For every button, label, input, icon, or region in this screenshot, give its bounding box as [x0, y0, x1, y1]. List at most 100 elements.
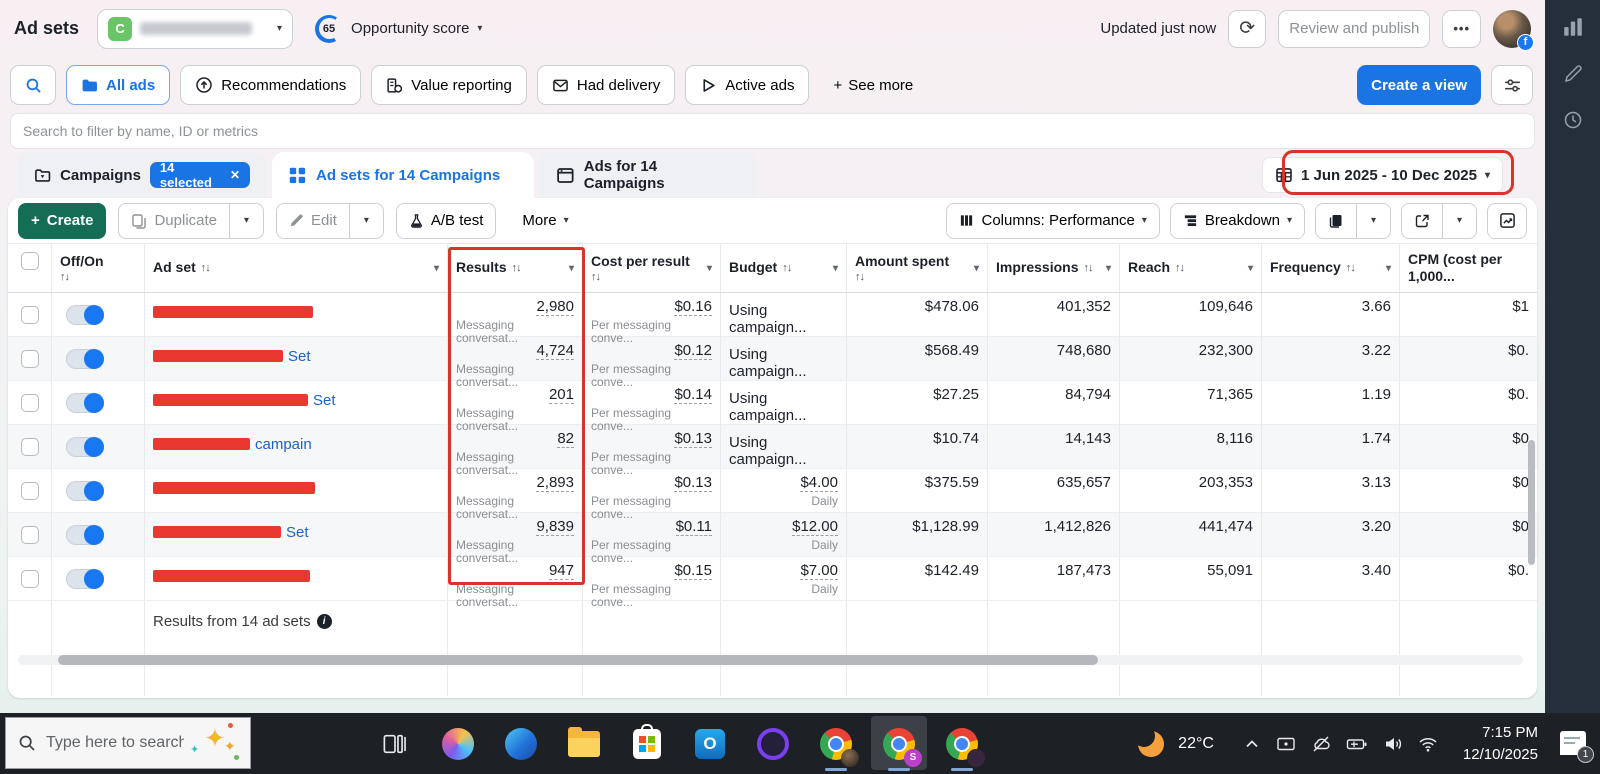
- account-selector[interactable]: C ▾: [97, 8, 294, 49]
- notification-center-button[interactable]: 1: [1560, 730, 1594, 763]
- chevron-down-icon[interactable]: ▾: [1102, 263, 1111, 274]
- table-row[interactable]: Set 4,724 Messaging conversat... $0.12 Per…: [8, 337, 1537, 389]
- microsoft-store-app-icon[interactable]: [630, 723, 664, 761]
- filter-all-ads[interactable]: All ads: [66, 65, 171, 105]
- export-button[interactable]: [1401, 202, 1443, 239]
- chrome-profile-3-icon[interactable]: [945, 727, 985, 771]
- filter-value-reporting[interactable]: Value reporting: [371, 65, 527, 105]
- column-header-cost-per-result[interactable]: Cost per result ↑↓ ▾: [583, 244, 721, 292]
- select-all-checkbox[interactable]: [20, 252, 39, 270]
- history-clock-icon[interactable]: [1563, 110, 1583, 130]
- table-row[interactable]: Set 9,839 Messaging conversat... $0.11 Per…: [8, 513, 1537, 565]
- task-view-button[interactable]: [378, 727, 412, 761]
- row-checkbox[interactable]: [20, 393, 39, 412]
- row-checkbox[interactable]: [20, 437, 39, 456]
- table-row[interactable]: Set 201 Messaging conversat... $0.14 Per m…: [8, 381, 1537, 433]
- tab-campaigns[interactable]: Campaigns 14 selected ✕: [18, 152, 266, 198]
- volume-icon[interactable]: [1382, 734, 1404, 754]
- windows-search-input[interactable]: [46, 734, 184, 752]
- chevron-down-icon[interactable]: ▾: [1382, 263, 1391, 274]
- copilot-app-icon[interactable]: [441, 727, 475, 761]
- outlook-app-icon[interactable]: O: [693, 727, 727, 761]
- horizontal-scrollbar[interactable]: [18, 655, 1523, 665]
- filter-had-delivery[interactable]: Had delivery: [536, 65, 676, 105]
- chrome-profile-2-icon[interactable]: S: [871, 715, 927, 771]
- column-header-cpm[interactable]: CPM (cost per 1,000...: [1400, 244, 1537, 292]
- row-toggle[interactable]: [66, 480, 104, 501]
- create-button[interactable]: + Create: [18, 202, 107, 239]
- search-filter-input[interactable]: [10, 113, 1535, 149]
- column-header-amount-spent[interactable]: Amount spent ↑↓ ▾: [847, 244, 988, 292]
- windows-search-box[interactable]: ✦ ✦ ✦: [5, 717, 251, 769]
- review-and-publish-button[interactable]: Review and publish: [1278, 9, 1431, 48]
- more-options-button[interactable]: •••: [1442, 9, 1481, 48]
- column-header-reach[interactable]: Reach ↑↓ ▾: [1120, 244, 1262, 292]
- row-checkbox[interactable]: [20, 481, 39, 500]
- battery-charging-icon[interactable]: [1345, 734, 1369, 754]
- chevron-up-icon[interactable]: [1242, 734, 1262, 754]
- row-checkbox[interactable]: [20, 349, 39, 368]
- info-icon[interactable]: i: [316, 614, 332, 629]
- table-row[interactable]: 947 Messaging conversat... $0.15 Per messa…: [8, 557, 1537, 609]
- duplicate-dropdown[interactable]: ▾: [230, 202, 265, 239]
- chevron-down-icon[interactable]: ▾: [565, 263, 574, 274]
- row-toggle[interactable]: [66, 304, 104, 325]
- onedrive-paused-icon[interactable]: [1310, 734, 1332, 754]
- column-header-frequency[interactable]: Frequency ↑↓ ▾: [1262, 244, 1400, 292]
- more-button[interactable]: More ▾: [510, 203, 580, 239]
- purple-browser-app-icon[interactable]: [756, 727, 790, 761]
- edit-button[interactable]: Edit: [276, 202, 350, 239]
- row-checkbox[interactable]: [20, 305, 39, 324]
- column-header-ad-set[interactable]: Ad set ↑↓ ▾: [145, 244, 448, 292]
- ad-set-name-link[interactable]: Set: [288, 348, 311, 365]
- chevron-down-icon[interactable]: ▾: [829, 263, 838, 274]
- vertical-scrollbar-thumb[interactable]: [1528, 440, 1535, 565]
- row-toggle[interactable]: [66, 524, 104, 545]
- export-dropdown[interactable]: ▾: [1443, 202, 1477, 239]
- create-a-view-button[interactable]: Create a view: [1357, 65, 1481, 105]
- row-toggle[interactable]: [66, 348, 104, 369]
- row-checkbox[interactable]: [20, 569, 39, 588]
- view-settings-button[interactable]: [1491, 65, 1533, 105]
- taskbar-clock[interactable]: 7:15 PM 12/10/2025: [1463, 722, 1538, 766]
- view-charts-button[interactable]: [1487, 202, 1527, 239]
- temperature[interactable]: 22°C: [1178, 735, 1214, 753]
- search-chip-button[interactable]: [10, 65, 56, 105]
- tab-ads[interactable]: Ads for 14 Campaigns: [540, 152, 756, 198]
- insights-chart-icon[interactable]: [1562, 16, 1584, 38]
- chrome-profile-1-icon[interactable]: [819, 727, 859, 771]
- refresh-button[interactable]: ⟳: [1228, 9, 1267, 48]
- see-more-button[interactable]: + See more: [819, 65, 927, 105]
- duplicate-button[interactable]: Duplicate: [118, 202, 231, 239]
- campaigns-selected-badge[interactable]: 14 selected ✕: [149, 160, 250, 190]
- file-explorer-app-icon[interactable]: [567, 726, 601, 761]
- ad-set-name-link[interactable]: Set: [313, 392, 336, 409]
- chevron-down-icon[interactable]: ▾: [970, 263, 979, 274]
- reports-dropdown[interactable]: ▾: [1357, 202, 1391, 239]
- table-row[interactable]: 2,980 Messaging conversat... $0.16 Per mes…: [8, 293, 1537, 345]
- user-avatar[interactable]: f: [1493, 9, 1534, 51]
- table-row[interactable]: campain 82 Messaging conversat... $0.13 Pe…: [8, 425, 1537, 477]
- wifi-icon[interactable]: [1417, 734, 1439, 754]
- column-header-impressions[interactable]: Impressions ↑↓ ▾: [988, 244, 1120, 292]
- chevron-down-icon[interactable]: ▾: [1244, 263, 1253, 274]
- row-checkbox[interactable]: [20, 525, 39, 544]
- columns-button[interactable]: Columns: Performance ▾: [946, 202, 1160, 239]
- filter-recommendations[interactable]: Recommendations: [180, 65, 362, 105]
- row-toggle[interactable]: [66, 568, 104, 589]
- filter-active-ads[interactable]: Active ads: [685, 65, 810, 105]
- ab-test-button[interactable]: A/B test: [395, 202, 497, 239]
- edge-app-icon[interactable]: [504, 727, 538, 761]
- weather-moon-icon[interactable]: [1133, 724, 1165, 757]
- opportunity-score[interactable]: 65 Opportunity score ▾: [315, 14, 482, 43]
- edit-pencil-icon[interactable]: [1563, 64, 1583, 84]
- table-row[interactable]: 2,893 Messaging conversat... $0.13 Per mes…: [8, 469, 1537, 521]
- chevron-down-icon[interactable]: ▾: [703, 263, 712, 274]
- breakdown-button[interactable]: Breakdown ▾: [1169, 202, 1305, 239]
- reports-button[interactable]: [1315, 202, 1357, 239]
- column-header-results[interactable]: Results ↑↓ ▾: [448, 244, 583, 292]
- column-header-budget[interactable]: Budget ↑↓ ▾: [721, 244, 847, 292]
- ad-set-name-link[interactable]: Set: [286, 524, 309, 541]
- date-range-picker[interactable]: 1 Jun 2025 - 10 Dec 2025 ▾: [1262, 157, 1503, 193]
- screen-cast-icon[interactable]: [1275, 734, 1297, 754]
